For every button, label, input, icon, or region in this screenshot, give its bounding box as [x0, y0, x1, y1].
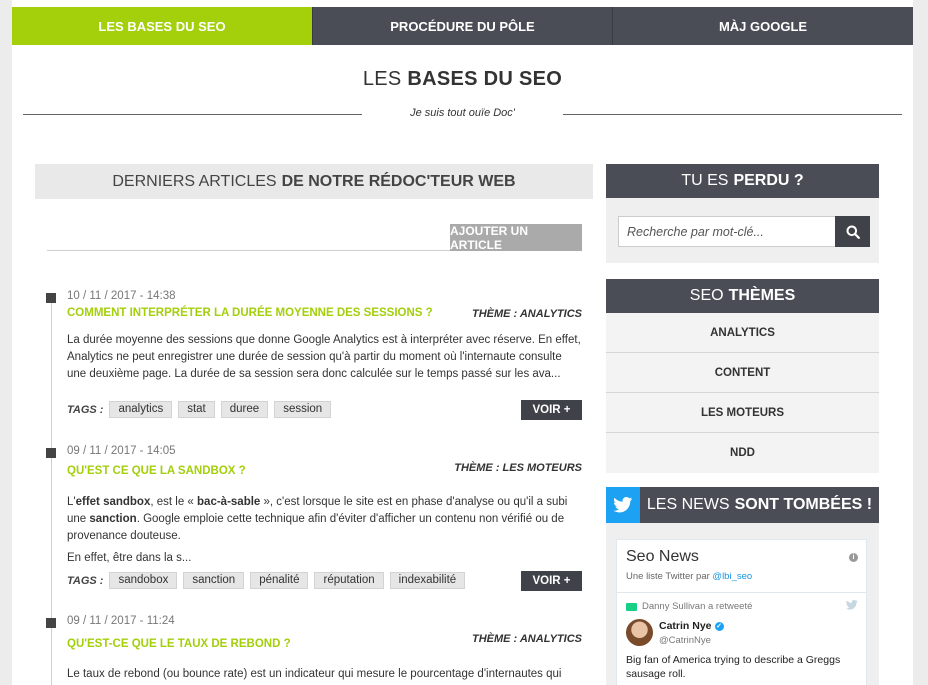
tag-chip[interactable]: sanction [183, 572, 245, 589]
articles-heading-light: DERNIERS ARTICLES [112, 172, 277, 190]
theme-link-ndd[interactable]: NDD [606, 433, 879, 473]
site-title: LES BASES DU SEO [12, 68, 913, 91]
text: L' [67, 496, 76, 508]
tweet-text: Big fan of America trying to describe a … [626, 654, 841, 680]
article-tags: TAGS : analytics stat duree session [67, 401, 337, 418]
feed-subtitle-text: Une liste Twitter par [626, 571, 713, 582]
news-heading-bold: SONT TOMBÉES ! [734, 496, 873, 513]
top-nav: LES BASES DU SEO PROCÉDURE DU PÔLE MÀJ G… [12, 7, 913, 45]
tag-chip[interactable]: duree [220, 401, 269, 418]
article-date: 09 / 11 / 2017 - 14:05 [67, 445, 176, 457]
site-title-light: LES [362, 68, 402, 90]
verified-badge-icon: ✓ [714, 621, 724, 631]
article-title-link[interactable]: QU'EST-CE QUE LE TAUX DE REBOND ? [67, 638, 291, 650]
theme-link-content[interactable]: CONTENT [606, 353, 879, 393]
timeline-dot [46, 448, 56, 458]
article-theme: THÈME : ANALYTICS [472, 308, 582, 320]
themes-heading-light: SEO [689, 287, 724, 304]
nav-tab-maj-google[interactable]: MÀJ GOOGLE [612, 7, 913, 45]
themes-list: ANALYTICS CONTENT LES MOTEURS NDD [606, 313, 879, 473]
search-icon [846, 225, 860, 239]
article-excerpt: L'effet sandbox, est le « bac-à-sable »,… [67, 494, 582, 567]
text-bold: sanction [89, 513, 137, 525]
nav-tab-les-bases-du-seo[interactable]: LES BASES DU SEO [12, 7, 312, 45]
twitter-bird-icon [606, 487, 640, 523]
tagline-divider: Je suis tout ouïe Doc' [23, 105, 902, 123]
excerpt-paragraph: L'effet sandbox, est le « bac-à-sable »,… [67, 494, 582, 545]
read-more-button[interactable]: VOIR + [521, 400, 582, 420]
feed-subtitle: Une liste Twitter par @lbi_seo [626, 571, 752, 582]
news-heading-light: LES NEWS [646, 496, 730, 513]
tag-chip[interactable]: stat [178, 401, 215, 418]
theme-link-les-moteurs[interactable]: LES MOTEURS [606, 393, 879, 433]
twitter-bird-small-icon[interactable] [846, 600, 858, 610]
tweet-user-handle[interactable]: @CatrinNye [659, 635, 711, 646]
tweet-user-name[interactable]: Catrin Nye ✓ [659, 620, 724, 632]
read-more-button[interactable]: VOIR + [521, 571, 582, 591]
tags-label: TAGS : [67, 574, 104, 587]
lost-heading-light: TU ES [681, 172, 729, 189]
retweet-line: Danny Sullivan a retweeté [626, 601, 752, 612]
divider-right [563, 114, 902, 115]
article-tags: TAGS : sandobox sanction pénalité réputa… [67, 572, 471, 589]
article-item: 09 / 11 / 2017 - 14:05 QU'EST CE QUE LA … [46, 445, 582, 595]
text: . Google emploie cette technique afin d'… [67, 513, 565, 542]
news-heading: LES NEWS SONT TOMBÉES ! [640, 487, 879, 523]
text-bold: effet sandbox [75, 496, 151, 508]
info-icon[interactable]: i [849, 553, 858, 562]
retweet-icon [626, 602, 637, 611]
article-date: 09 / 11 / 2017 - 11:24 [67, 615, 175, 627]
tagline: Je suis tout ouïe Doc' [410, 107, 515, 119]
timeline-dot [46, 293, 56, 303]
search-box [606, 198, 879, 263]
add-article-button[interactable]: AJOUTER UN ARTICLE [450, 224, 582, 252]
timeline-dot [46, 618, 56, 628]
feed-owner-link[interactable]: @lbi_seo [712, 571, 752, 582]
site-title-bold: BASES DU SEO [407, 68, 563, 90]
search-button[interactable] [835, 216, 870, 247]
articles-heading-bold: DE NOTRE RÉDOC'TEUR WEB [281, 172, 516, 190]
nav-tab-procedure-du-pole[interactable]: PROCÉDURE DU PÔLE [312, 7, 612, 45]
retweet-text: Danny Sullivan a retweeté [642, 601, 753, 612]
user-name-text: Catrin Nye [659, 620, 712, 632]
feed-divider [617, 592, 866, 593]
lost-heading-bold: PERDU ? [733, 172, 804, 189]
themes-heading-bold: THÈMES [728, 287, 796, 304]
tag-chip[interactable]: indexabilité [389, 572, 466, 589]
user-avatar[interactable] [626, 619, 653, 646]
article-item: 09 / 11 / 2017 - 11:24 QU'EST-CE QUE LE … [46, 615, 582, 685]
article-item: 10 / 11 / 2017 - 14:38 COMMENT INTERPRÉT… [46, 290, 582, 430]
article-title-link[interactable]: COMMENT INTERPRÉTER LA DURÉE MOYENNE DES… [67, 307, 433, 319]
article-theme: THÈME : LES MOTEURS [454, 462, 582, 474]
article-date: 10 / 11 / 2017 - 14:38 [67, 290, 176, 302]
feed-title: Seo News [626, 548, 699, 565]
tag-chip[interactable]: sandobox [109, 572, 178, 589]
article-excerpt: La durée moyenne des sessions que donne … [67, 334, 581, 380]
divider-left [23, 114, 362, 115]
article-excerpt: Le taux de rebond (ou bounce rate) est u… [67, 668, 562, 680]
article-theme: THÈME : ANALYTICS [472, 633, 582, 645]
tag-chip[interactable]: session [274, 401, 332, 418]
tag-chip[interactable]: pénalité [250, 572, 309, 589]
page: LES BASES DU SEO PROCÉDURE DU PÔLE MÀJ G… [12, 0, 913, 685]
article-title-link[interactable]: QU'EST CE QUE LA SANDBOX ? [67, 465, 246, 477]
tags-label: TAGS : [67, 403, 104, 416]
articles-heading: DERNIERS ARTICLES DE NOTRE RÉDOC'TEUR WE… [35, 164, 593, 199]
excerpt-paragraph: En effet, être dans la s... [67, 552, 192, 564]
text: , est le « [150, 496, 198, 508]
search-input[interactable] [618, 216, 836, 247]
theme-link-analytics[interactable]: ANALYTICS [606, 313, 879, 353]
twitter-icon [613, 497, 633, 513]
themes-heading: SEO THÈMES [606, 279, 879, 313]
tag-chip[interactable]: analytics [109, 401, 173, 418]
lost-heading: TU ES PERDU ? [606, 164, 879, 198]
tag-chip[interactable]: réputation [314, 572, 384, 589]
text-bold: bac-à-sable [197, 496, 261, 508]
twitter-feed-widget[interactable]: Seo News Une liste Twitter par @lbi_seo … [616, 539, 867, 685]
